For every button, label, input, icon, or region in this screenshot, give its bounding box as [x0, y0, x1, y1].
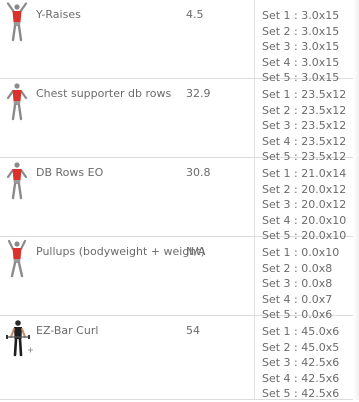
set-entry: Set 2 : 3.0x15	[262, 24, 340, 38]
set-entry: Set 2 : 23.5x12	[262, 103, 347, 117]
set-entry: Set 3 : 23.5x12	[262, 119, 347, 133]
set-entry: Set 1 : 0.0x10	[262, 246, 340, 259]
exercise-name: EZ-Bar Curl	[36, 324, 99, 337]
person-curling-bar-icon	[4, 318, 33, 358]
person-rowing-icon	[4, 81, 30, 121]
person-pullup-icon	[4, 239, 30, 279]
set-entry: Set 4 : 20.0x10	[262, 213, 347, 227]
set-entry: Set 2 : 45.0x5	[262, 340, 340, 354]
set-entry: Set 1 : 3.0x15	[262, 9, 340, 22]
exercise-row[interactable]: Chest supporter db rows 32.9 Set 1 : 23.…	[0, 79, 359, 163]
exercise-value: N/A	[186, 245, 206, 258]
exercise-value: 32.9	[186, 87, 211, 100]
column-divider	[254, 237, 255, 315]
set-list: Set 1 : 45.0x6 Set 2 : 45.0x5 Set 3 : 42…	[262, 324, 339, 402]
exercise-value: 30.8	[186, 166, 211, 179]
set-entry: Set 3 : 3.0x15	[262, 40, 340, 54]
person-raising-arms-icon	[4, 2, 30, 42]
set-entry: Set 1 : 21.0x14	[262, 167, 347, 180]
set-entry: Set 2 : 0.0x8	[262, 261, 333, 275]
set-entry: Set 3 : 42.5x6	[262, 356, 340, 370]
exercise-name: DB Rows EO	[36, 166, 104, 179]
exercise-row[interactable]: EZ-Bar Curl 54 Set 1 : 45.0x6 Set 2 : 45…	[0, 316, 359, 400]
set-entry: Set 1 : 45.0x6	[262, 325, 340, 338]
person-rowing-icon	[4, 160, 30, 200]
set-entry: Set 4 : 23.5x12	[262, 134, 347, 148]
set-entry: Set 4 : 42.5x6	[262, 371, 340, 385]
exercise-row[interactable]: Y-Raises 4.5 Set 1 : 3.0x15 Set 2 : 3.0x…	[0, 0, 359, 84]
exercise-name: Chest supporter db rows	[36, 87, 172, 100]
exercise-value: 54	[186, 324, 200, 337]
exercise-row[interactable]: DB Rows EO 30.8 Set 1 : 21.0x14 Set 2 : …	[0, 158, 359, 242]
set-list: Set 1 : 3.0x15 Set 2 : 3.0x15 Set 3 : 3.…	[262, 8, 339, 86]
set-list: Set 1 : 0.0x10 Set 2 : 0.0x8 Set 3 : 0.0…	[262, 245, 339, 323]
scrollbar-track[interactable]	[353, 0, 359, 400]
set-list: Set 1 : 21.0x14 Set 2 : 20.0x12 Set 3 : …	[262, 166, 346, 244]
column-divider	[254, 0, 255, 78]
set-list: Set 1 : 23.5x12 Set 2 : 23.5x12 Set 3 : …	[262, 87, 346, 165]
set-entry: Set 4 : 3.0x15	[262, 55, 340, 69]
set-entry: Set 4 : 0.0x7	[262, 292, 333, 306]
workout-list: Y-Raises 4.5 Set 1 : 3.0x15 Set 2 : 3.0x…	[0, 0, 359, 400]
exercise-value: 4.5	[186, 8, 204, 21]
exercise-row[interactable]: Pullups (bodyweight + weight) N/A Set 1 …	[0, 237, 359, 321]
set-entry: Set 2 : 20.0x12	[262, 182, 347, 196]
exercise-name: Pullups (bodyweight + weight)	[36, 245, 205, 258]
column-divider	[254, 79, 255, 157]
exercise-name: Y-Raises	[36, 8, 81, 21]
column-divider	[254, 158, 255, 236]
set-entry: Set 3 : 20.0x12	[262, 198, 347, 212]
set-entry: Set 3 : 0.0x8	[262, 277, 333, 291]
set-entry: Set 1 : 23.5x12	[262, 88, 347, 101]
column-divider	[254, 316, 255, 399]
